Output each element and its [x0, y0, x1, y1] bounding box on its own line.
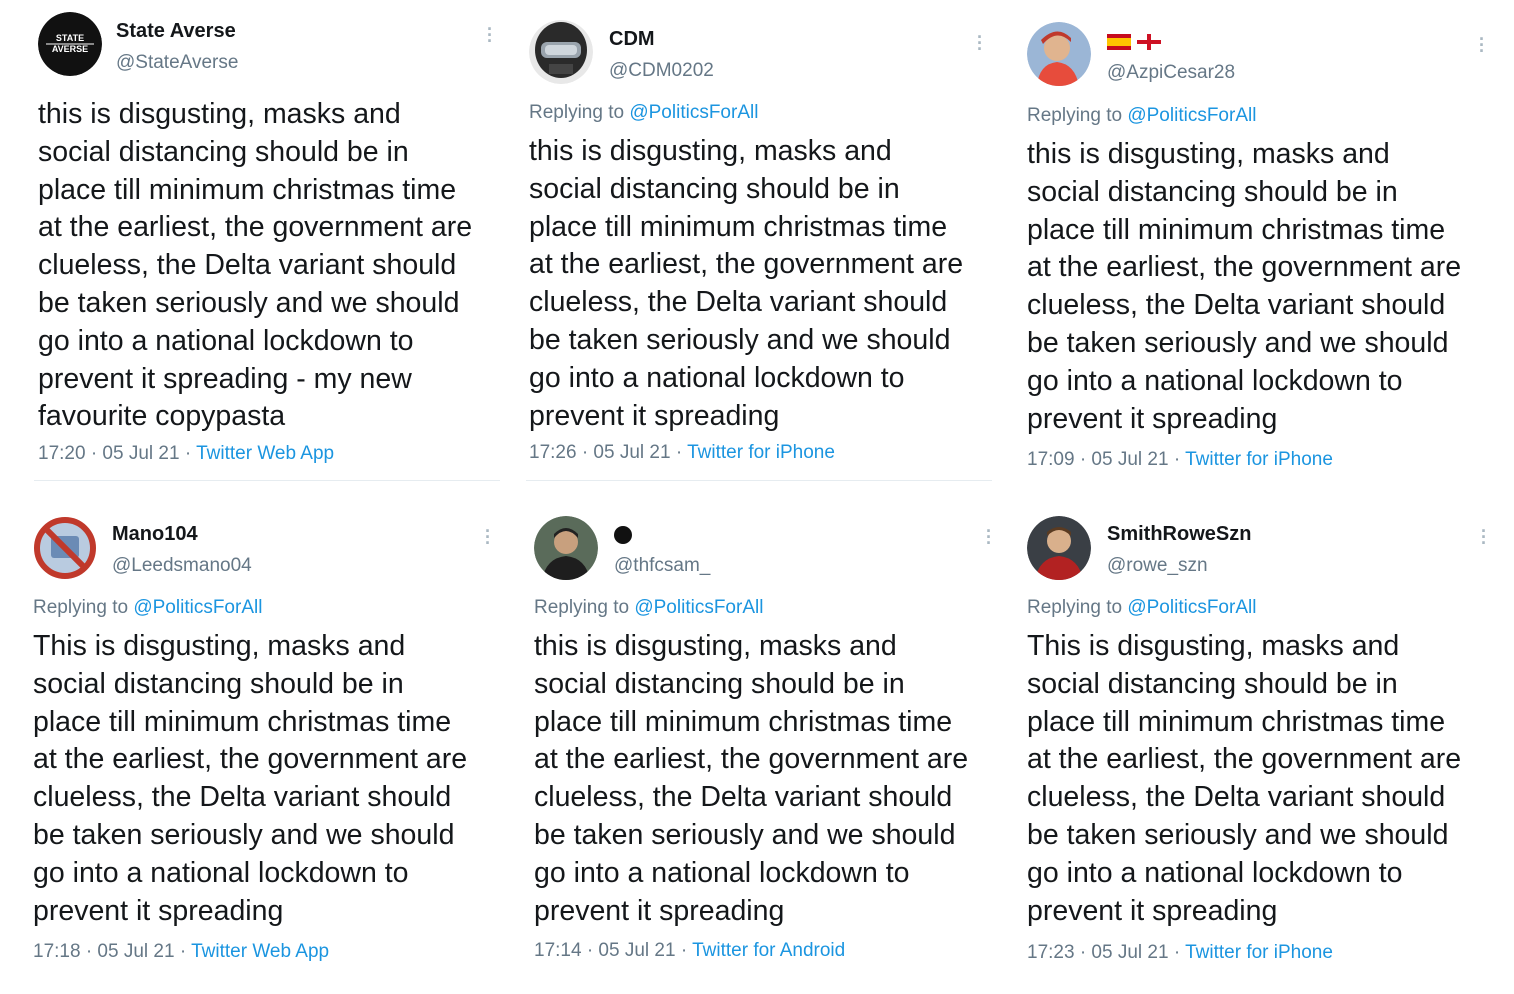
tweet-meta: 17:23 · 05 Jul 21 · Twitter for iPhone — [1027, 942, 1333, 964]
avatar[interactable] — [534, 516, 598, 580]
display-name[interactable] — [1107, 30, 1161, 53]
tweet-source-link[interactable]: Twitter for iPhone — [1185, 942, 1333, 963]
replying-to: Replying to @PoliticsForAll — [534, 597, 764, 618]
tweet-text: this is disgusting, masks and social dis… — [529, 135, 964, 432]
tweet-source-link[interactable]: Twitter for iPhone — [687, 442, 835, 463]
user-handle[interactable]: @thfcsam_ — [614, 555, 710, 577]
reply-mention-link[interactable]: @PoliticsForAll — [1127, 597, 1256, 618]
avatar-prohibited-sign-icon — [33, 516, 97, 580]
reply-mention-link[interactable]: @PoliticsForAll — [634, 597, 763, 618]
spain-flag-icon — [1107, 33, 1131, 50]
tweet-timestamp: 17:20 · 05 Jul 21 · — [38, 443, 197, 464]
user-handle[interactable]: @AzpiCesar28 — [1107, 62, 1235, 84]
tweet-timestamp: 17:26 · 05 Jul 21 · — [529, 442, 688, 463]
tweet-timestamp: 17:14 · 05 Jul 21 · — [534, 940, 693, 961]
black-circle-emoji-icon — [614, 525, 632, 544]
tweet-timestamp: 17:23 · 05 Jul 21 · — [1027, 942, 1186, 963]
display-name[interactable]: CDM — [609, 28, 655, 51]
display-name[interactable] — [614, 523, 632, 546]
more-options-icon[interactable]: · · · — [986, 522, 992, 552]
tweet-text: This is disgusting, masks and social dis… — [1027, 630, 1462, 927]
tweet-text: this is disgusting, masks and social dis… — [534, 630, 969, 927]
tweet-text: this is disgusting, masks and social dis… — [38, 98, 473, 433]
avatar-helmet-icon — [529, 20, 593, 84]
reply-mention-link[interactable]: @PoliticsForAll — [629, 102, 758, 123]
replying-to: Replying to @PoliticsForAll — [33, 597, 263, 618]
avatar[interactable] — [33, 516, 97, 580]
divider — [526, 480, 992, 481]
avatar[interactable] — [1027, 22, 1091, 86]
more-options-icon[interactable]: · · · — [1479, 30, 1485, 60]
tweet-meta: 17:18 · 05 Jul 21 · Twitter Web App — [33, 941, 329, 963]
more-options-icon[interactable]: · · · — [977, 28, 983, 58]
avatar-photo-icon — [534, 516, 598, 580]
avatar-state-averse-icon: STATE AVERSE — [38, 12, 102, 76]
tweet-source-link[interactable]: Twitter Web App — [196, 443, 334, 464]
tweet-meta: 17:26 · 05 Jul 21 · Twitter for iPhone — [529, 442, 835, 464]
tweet-timestamp: 17:09 · 05 Jul 21 · — [1027, 449, 1186, 470]
avatar[interactable] — [529, 20, 593, 84]
tweet-text: This is disgusting, masks and social dis… — [33, 630, 468, 927]
display-name[interactable]: SmithRoweSzn — [1107, 523, 1251, 546]
display-name[interactable]: Mano104 — [112, 523, 198, 546]
display-name[interactable]: State Averse — [116, 20, 236, 43]
tweet-text: this is disgusting, masks and social dis… — [1027, 138, 1462, 435]
user-handle[interactable]: @CDM0202 — [609, 60, 714, 82]
avatar-photo-icon — [1027, 516, 1091, 580]
divider — [34, 480, 500, 481]
tweet-source-link[interactable]: Twitter for iPhone — [1185, 449, 1333, 470]
tweet-meta: 17:09 · 05 Jul 21 · Twitter for iPhone — [1027, 449, 1333, 471]
svg-text:AVERSE: AVERSE — [52, 44, 88, 54]
replying-to: Replying to @PoliticsForAll — [529, 102, 759, 123]
tweet-meta: 17:14 · 05 Jul 21 · Twitter for Android — [534, 940, 845, 962]
avatar[interactable] — [1027, 516, 1091, 580]
more-options-icon[interactable]: · · · — [485, 522, 491, 552]
tweet-source-link[interactable]: Twitter for Android — [692, 940, 845, 961]
user-handle[interactable]: @rowe_szn — [1107, 555, 1208, 577]
reply-mention-link[interactable]: @PoliticsForAll — [1127, 105, 1256, 126]
tweet-timestamp: 17:18 · 05 Jul 21 · — [33, 941, 192, 962]
tweet-source-link[interactable]: Twitter Web App — [191, 941, 329, 962]
replying-to: Replying to @PoliticsForAll — [1027, 597, 1257, 618]
avatar[interactable]: STATE AVERSE — [38, 12, 102, 76]
reply-mention-link[interactable]: @PoliticsForAll — [133, 597, 262, 618]
england-flag-icon — [1136, 33, 1161, 50]
avatar-photo-icon — [1027, 22, 1091, 86]
user-handle[interactable]: @StateAverse — [116, 52, 238, 74]
tweet-meta: 17:20 · 05 Jul 21 · Twitter Web App — [38, 443, 334, 465]
replying-to: Replying to @PoliticsForAll — [1027, 105, 1257, 126]
avatar-logo-text: STATE — [56, 33, 84, 43]
more-options-icon[interactable]: · · · — [487, 20, 493, 50]
more-options-icon[interactable]: · · · — [1481, 522, 1487, 552]
user-handle[interactable]: @Leedsmano04 — [112, 555, 252, 577]
